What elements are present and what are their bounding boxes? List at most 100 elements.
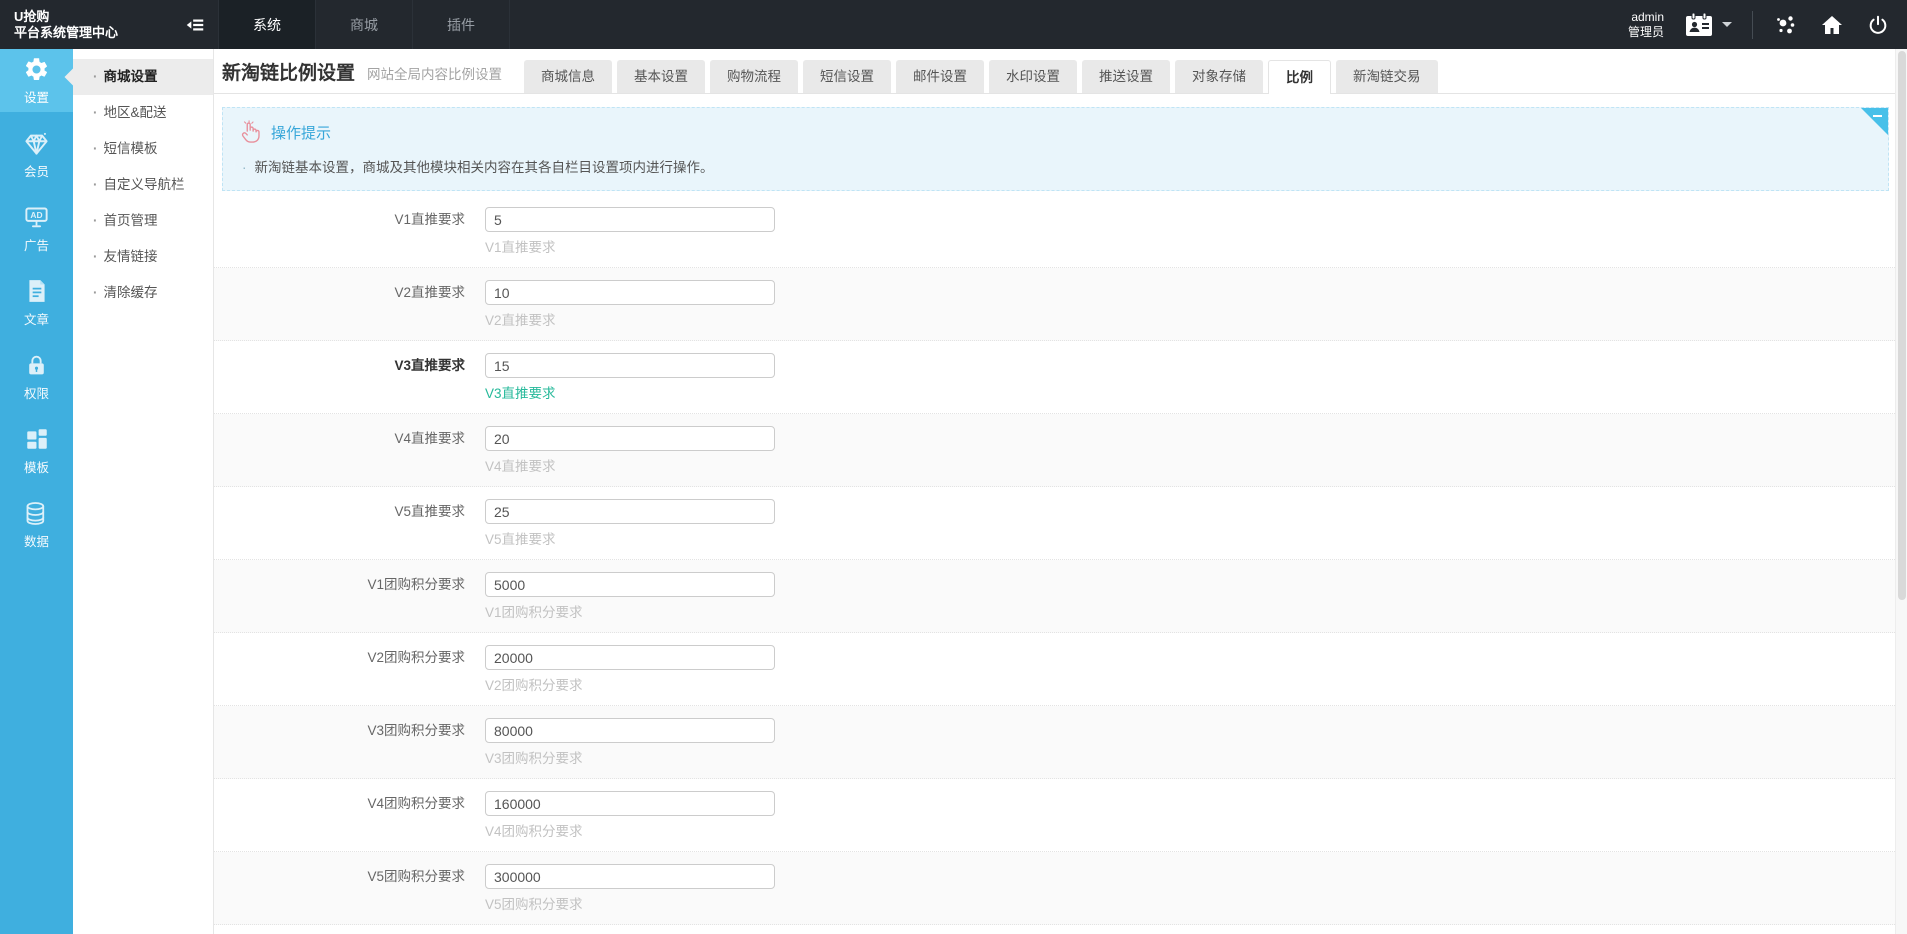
top-menu-mall[interactable]: 商城 <box>316 0 413 49</box>
user-menu-button[interactable] <box>1684 12 1732 38</box>
field-hint: V5团购积分要求 <box>485 896 775 914</box>
v3-group-points-input[interactable] <box>485 718 775 743</box>
quick-apps-button[interactable] <box>1773 12 1799 38</box>
user-role: 管理员 <box>1628 25 1664 40</box>
field-hint: V2团购积分要求 <box>485 677 775 695</box>
scrollbar-thumb[interactable] <box>1898 51 1906 600</box>
sub-item-label: 商城设置 <box>104 69 158 84</box>
tab-mall-info[interactable]: 商城信息 <box>524 60 612 93</box>
field-hint: V4团购积分要求 <box>485 823 775 841</box>
v1-direct-input[interactable] <box>485 207 775 232</box>
field-hint: V2直推要求 <box>485 312 775 330</box>
tip-text: 新淘链基本设置，商城及其他模块相关内容在其各自栏目设置项内进行操作。 <box>255 160 714 175</box>
sidebar-item-friend-links[interactable]: ·友情链接 <box>73 239 213 275</box>
gear-icon <box>23 55 50 83</box>
tab-mail-settings[interactable]: 邮件设置 <box>896 60 984 93</box>
current-user[interactable]: admin 管理员 <box>1628 10 1664 40</box>
tab-watermark-settings[interactable]: 水印设置 <box>989 60 1077 93</box>
sidebar-item-members[interactable]: 会员 <box>0 123 73 186</box>
menu-label: 插件 <box>447 15 475 35</box>
home-button[interactable] <box>1819 12 1845 38</box>
form-row-v1-group-points: V1团购积分要求 V1团购积分要求 <box>214 560 1907 633</box>
tip-title-row: 操作提示 <box>239 120 1872 144</box>
tab-sms-settings[interactable]: 短信设置 <box>803 60 891 93</box>
field-wrap: V2直推要求 <box>485 280 775 330</box>
v5-group-points-input[interactable] <box>485 864 775 889</box>
tip-bullet: · <box>242 160 247 175</box>
power-icon <box>1867 14 1889 36</box>
sidebar-item-clear-cache[interactable]: ·清除缓存 <box>73 275 213 311</box>
tab-push-settings[interactable]: 推送设置 <box>1082 60 1170 93</box>
topbar: U抢购 平台系统管理中心 系统 商城 插件 admin 管理员 <box>0 0 1907 49</box>
svg-text:AD: AD <box>30 209 42 219</box>
menu-label: 系统 <box>253 15 281 35</box>
topbar-spacer <box>510 0 1628 49</box>
document-icon <box>24 277 50 305</box>
sub-item-label: 首页管理 <box>104 213 158 228</box>
ad-board-icon: AD <box>23 203 50 231</box>
item-bullet: · <box>93 213 98 228</box>
sidebar-item-data[interactable]: 数据 <box>0 493 73 556</box>
tab-object-storage[interactable]: 对象存储 <box>1175 60 1263 93</box>
logout-button[interactable] <box>1865 12 1891 38</box>
secondary-sidebar: ·商城设置 ·地区&配送 ·短信模板 ·自定义导航栏 ·首页管理 ·友情链接 ·… <box>73 49 214 934</box>
tab-xtl-trade[interactable]: 新淘链交易 <box>1336 60 1438 93</box>
sub-item-label: 自定义导航栏 <box>104 177 185 192</box>
page-subtitle: 网站全局内容比例设置 <box>367 63 502 83</box>
tip-box: 操作提示 · 新淘链基本设置，商城及其他模块相关内容在其各自栏目设置项内进行操作。 <box>222 107 1889 191</box>
field-wrap: V5直推要求 <box>485 499 775 549</box>
field-label: V5直推要求 <box>214 499 465 549</box>
v4-group-points-input[interactable] <box>485 791 775 816</box>
content-area: 操作提示 · 新淘链基本设置，商城及其他模块相关内容在其各自栏目设置项内进行操作。… <box>214 94 1907 934</box>
page-title: 新淘链比例设置 <box>222 58 355 85</box>
field-label: V2团购积分要求 <box>214 645 465 695</box>
v4-direct-input[interactable] <box>485 426 775 451</box>
topbar-divider <box>1752 11 1753 39</box>
field-label: V1直推要求 <box>214 207 465 257</box>
sidebar-item-permissions[interactable]: 权限 <box>0 345 73 408</box>
sidebar-item-articles[interactable]: 文章 <box>0 271 73 334</box>
sidebar-item-sms-template[interactable]: ·短信模板 <box>73 131 213 167</box>
form-row-v5-group-points: V5团购积分要求 V5团购积分要求 <box>214 852 1907 925</box>
app-logo[interactable]: U抢购 平台系统管理中心 <box>0 0 172 49</box>
sidebar-item-label: 会员 <box>24 161 49 180</box>
tab-ratio[interactable]: 比例 <box>1268 60 1331 94</box>
sidebar-item-region-shipping[interactable]: ·地区&配送 <box>73 95 213 131</box>
field-label: V3团购积分要求 <box>214 718 465 768</box>
tip-collapse-corner[interactable] <box>1861 108 1888 135</box>
sidebar-collapse-button[interactable] <box>172 0 218 49</box>
item-bullet: · <box>93 69 98 84</box>
form-row-v3-direct: V3直推要求 V3直推要求 <box>214 341 1907 414</box>
v2-direct-input[interactable] <box>485 280 775 305</box>
sidebar-item-custom-nav[interactable]: ·自定义导航栏 <box>73 167 213 203</box>
field-wrap: V4团购积分要求 <box>485 791 775 841</box>
main-panel: 新淘链比例设置 网站全局内容比例设置 商城信息 基本设置 购物流程 短信设置 邮… <box>214 49 1907 934</box>
tip-title: 操作提示 <box>271 122 331 143</box>
tab-shopping-flow[interactable]: 购物流程 <box>710 60 798 93</box>
field-hint: V5直推要求 <box>485 531 775 549</box>
chevron-down-icon <box>1722 22 1732 27</box>
tab-basic-settings[interactable]: 基本设置 <box>617 60 705 93</box>
v1-group-points-input[interactable] <box>485 572 775 597</box>
sidebar-item-ads[interactable]: AD 广告 <box>0 197 73 260</box>
top-menu-plugins[interactable]: 插件 <box>413 0 510 49</box>
template-grid-icon <box>24 425 50 453</box>
page-scrollbar[interactable] <box>1895 49 1907 934</box>
v5-direct-input[interactable] <box>485 499 775 524</box>
user-name: admin <box>1628 10 1664 25</box>
sidebar-item-settings[interactable]: 设置 <box>0 49 73 112</box>
v2-group-points-input[interactable] <box>485 645 775 670</box>
sidebar-item-templates[interactable]: 模板 <box>0 419 73 482</box>
field-hint: V1团购积分要求 <box>485 604 775 622</box>
field-label: V2直推要求 <box>214 280 465 330</box>
logo-line2: 平台系统管理中心 <box>14 25 172 41</box>
sidebar-item-label: 设置 <box>24 87 49 106</box>
sidebar-item-homepage[interactable]: · 首页管理 <box>73 203 213 239</box>
top-menu-system[interactable]: 系统 <box>218 0 316 49</box>
item-bullet: · <box>93 285 98 300</box>
item-bullet: · <box>93 105 98 120</box>
sidebar-item-mall-settings[interactable]: · 商城设置 <box>73 59 213 95</box>
v3-direct-input[interactable] <box>485 353 775 378</box>
form-row-v1-direct: V1直推要求 V1直推要求 <box>214 195 1907 268</box>
logo-line1: U抢购 <box>14 9 172 25</box>
